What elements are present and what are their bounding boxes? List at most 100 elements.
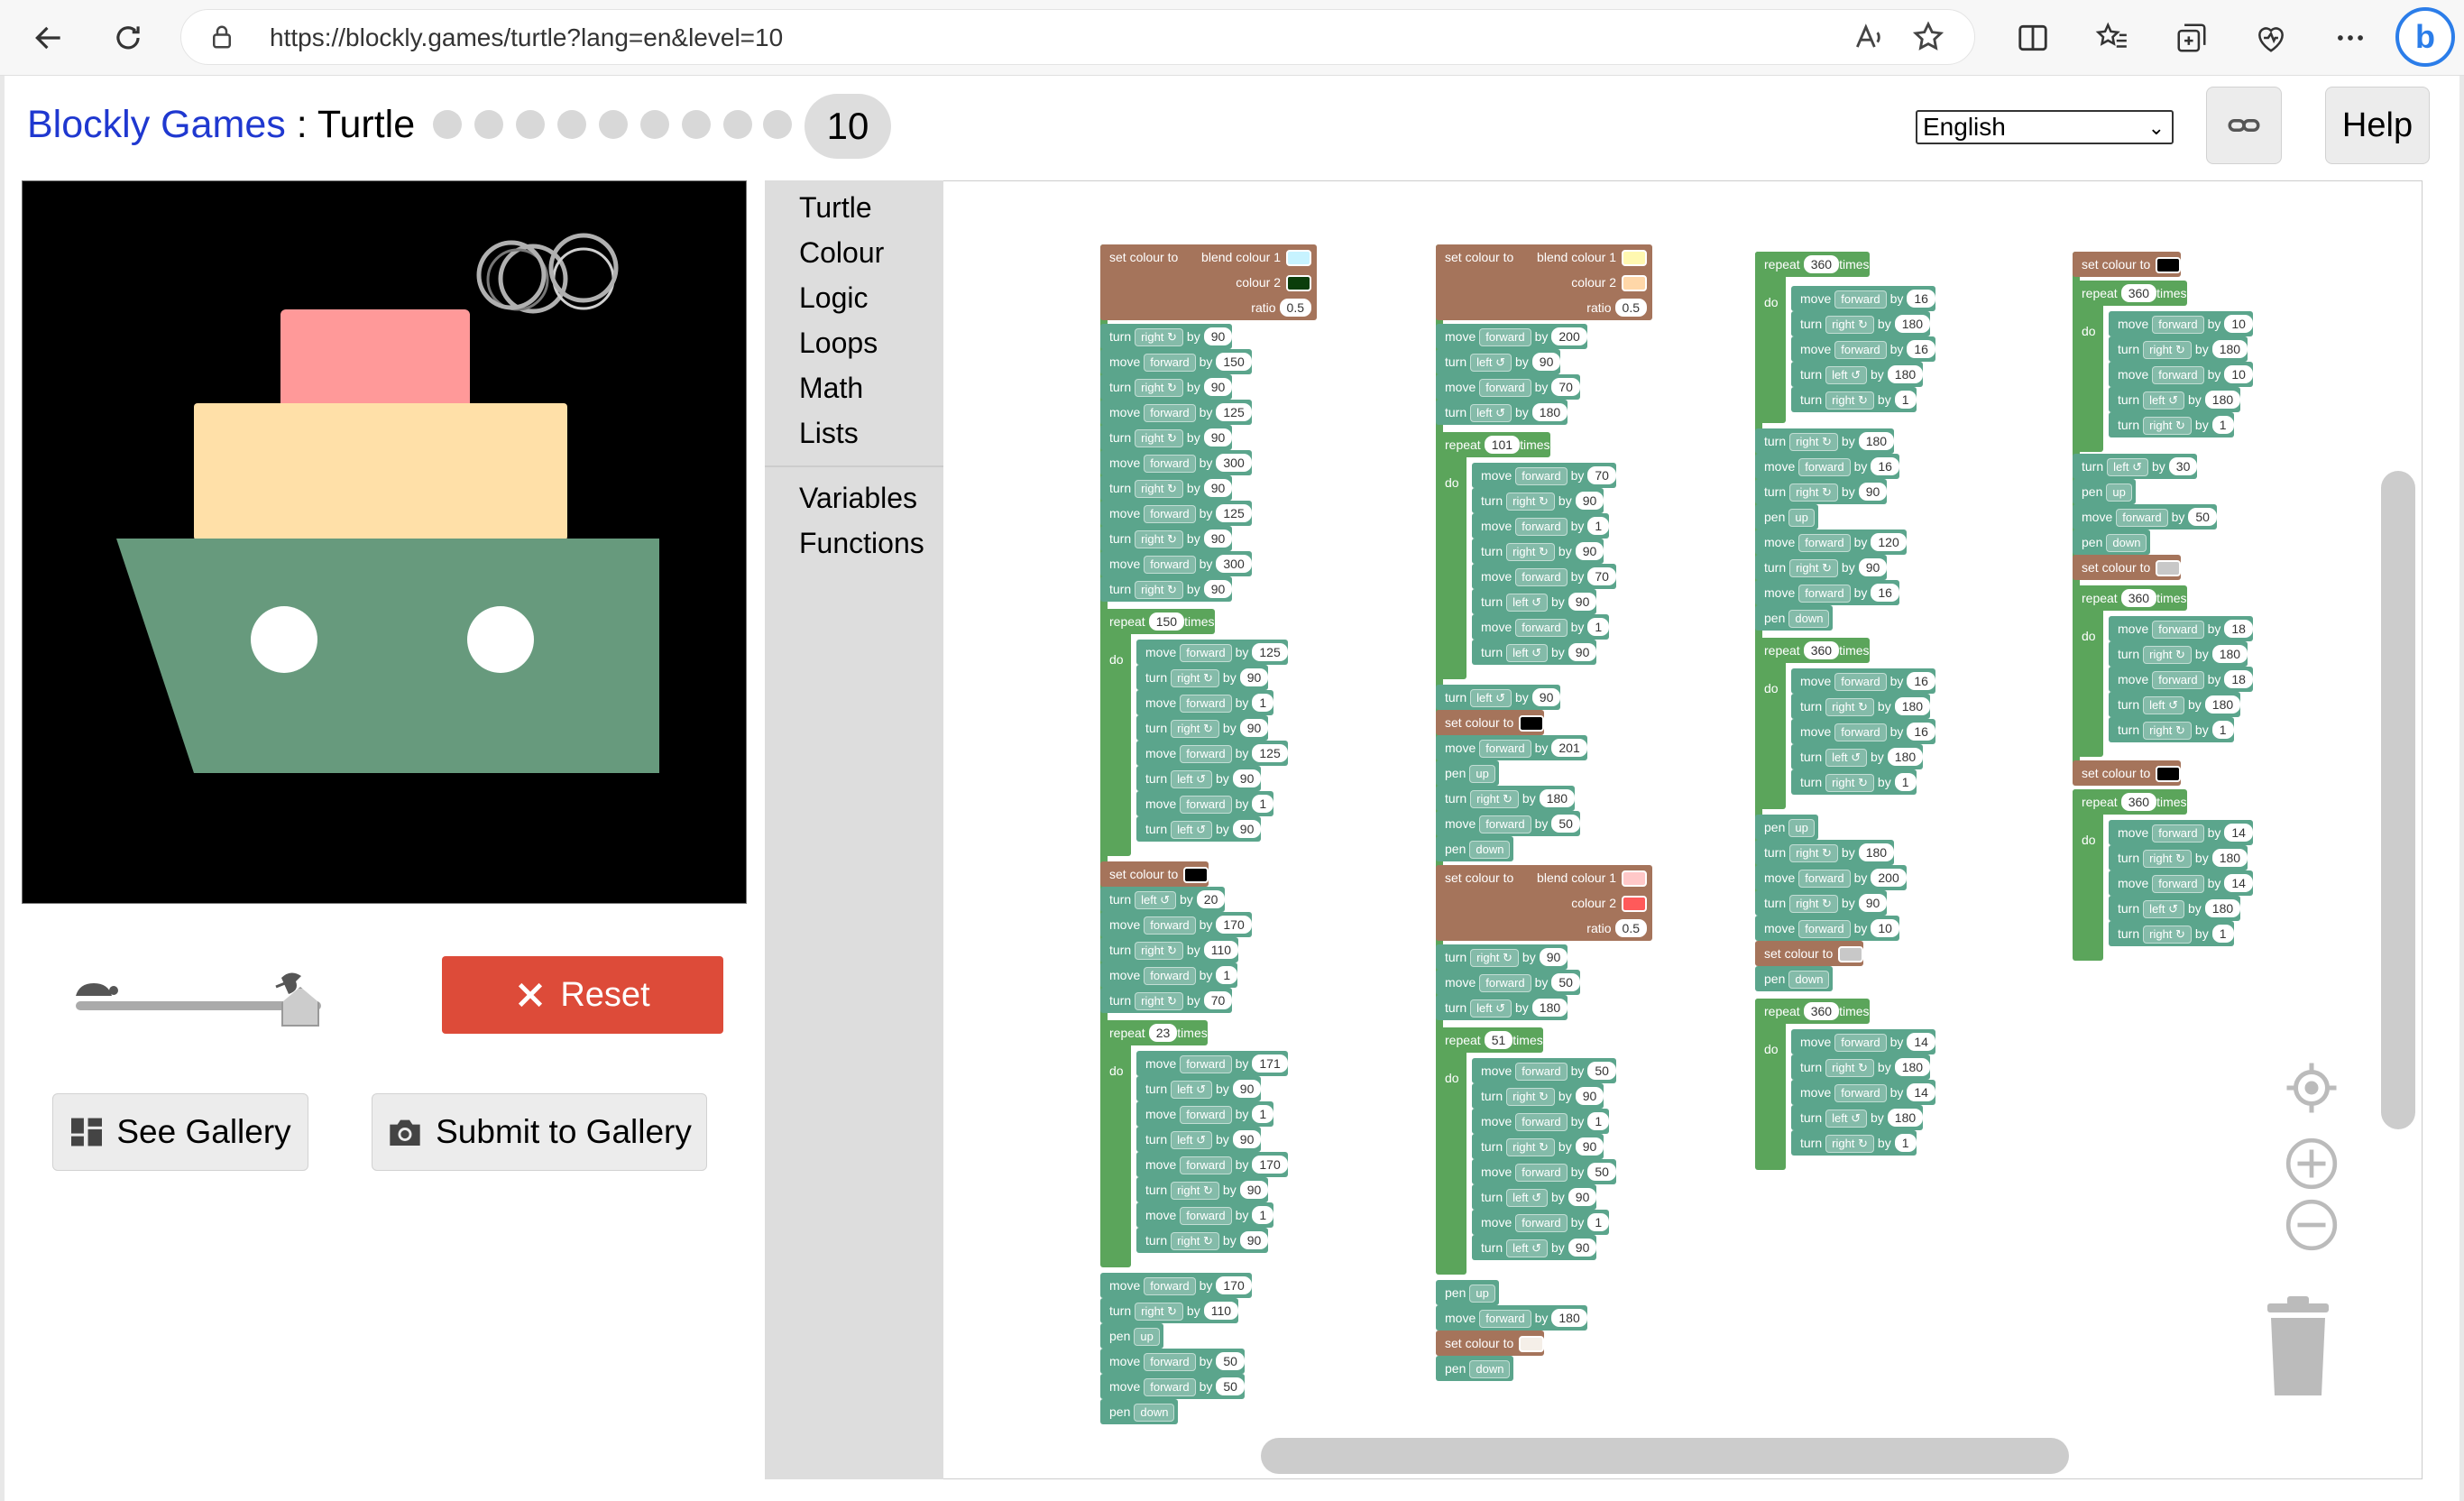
value-input[interactable]: 16 [1871,457,1899,475]
value-input[interactable]: 70 [1587,466,1616,484]
move-block[interactable]: move forward by 70 [1472,564,1616,589]
turn-block[interactable]: turn right ↻ by 1 [2109,921,2234,946]
value-input[interactable]: 90 [1568,643,1597,661]
value-input[interactable]: 170 [1216,916,1252,934]
direction-dropdown[interactable]: right ↻ [2143,925,2192,944]
turn-block[interactable]: turn right ↻ by 180 [1755,840,1895,865]
direction-dropdown[interactable]: right ↻ [1135,581,1183,599]
colour-swatch[interactable] [1286,275,1311,292]
level-dot-2[interactable] [474,110,503,139]
value-input[interactable]: 16 [1907,672,1935,690]
turn-block[interactable]: turn right ↻ by 1 [1791,387,1917,412]
direction-dropdown[interactable]: forward [1180,695,1232,713]
direction-dropdown[interactable]: forward [1479,974,1531,992]
direction-dropdown[interactable]: forward [2152,671,2204,689]
value-input[interactable]: 90 [1203,428,1233,447]
direction-dropdown[interactable]: right ↻ [1171,720,1219,738]
value-input[interactable]: 1 [2211,721,2234,739]
move-block[interactable]: move forward by 70 [1472,463,1616,488]
direction-dropdown[interactable]: right ↻ [1825,1135,1874,1153]
value-input[interactable]: 1 [1587,517,1610,535]
pen-dropdown[interactable]: down [2106,534,2147,552]
direction-dropdown[interactable]: right ↻ [1135,328,1183,346]
back-icon[interactable] [25,14,72,61]
help-button[interactable]: Help [2325,87,2430,164]
direction-dropdown[interactable]: right ↻ [1825,774,1874,792]
move-block[interactable]: move forward by 50 [1472,1058,1616,1083]
move-block[interactable]: move forward by 70 [1436,374,1580,400]
move-block[interactable]: move forward by 180 [1436,1305,1587,1331]
turn-block[interactable]: turn right ↻ by 1 [1791,769,1917,795]
turn-block[interactable]: turn right ↻ by 90 [1472,1134,1604,1159]
direction-dropdown[interactable]: left ↺ [1171,821,1212,839]
turn-block[interactable]: turn right ↻ by 110 [1100,937,1239,962]
read-aloud-icon[interactable] [1852,20,1886,59]
repeat-block[interactable] [1755,252,1786,423]
level-dot-6[interactable] [640,110,669,139]
direction-dropdown[interactable]: right ↻ [2143,850,2192,868]
value-input[interactable]: 18 [2224,620,2253,638]
move-block[interactable]: move forward by 18 [2109,616,2253,641]
level-dot-5[interactable] [599,110,628,139]
move-block[interactable]: move forward by 120 [1755,529,1907,555]
turn-block[interactable]: turn right ↻ by 90 [1100,425,1233,450]
direction-dropdown[interactable]: forward [1144,967,1196,985]
repeat-header[interactable]: repeat 360 times [2073,585,2187,611]
direction-dropdown[interactable]: forward [1144,505,1196,523]
set-colour-block[interactable]: set colour to [1436,1331,1545,1356]
set-colour-block[interactable]: set colour to [2073,760,2182,786]
turn-block[interactable]: turn left ↺ by 90 [1136,766,1262,791]
value-input[interactable]: 180 [1551,1309,1587,1327]
direction-dropdown[interactable]: left ↺ [1825,749,1867,767]
colour-swatch[interactable] [2156,766,2182,783]
level-dot-8[interactable] [723,110,752,139]
turn-block[interactable]: turn right ↻ by 90 [1136,715,1269,741]
turn-block[interactable]: turn right ↻ by 90 [1472,1083,1604,1109]
value-input[interactable]: 90 [1239,668,1269,686]
repeat-count-input[interactable]: 360 [2120,284,2157,302]
direction-dropdown[interactable]: left ↺ [1171,1131,1212,1149]
pen-dropdown[interactable]: up [1469,1285,1495,1303]
direction-dropdown[interactable]: left ↺ [2107,458,2148,476]
ratio-input[interactable]: 0.5 [1614,299,1647,317]
direction-dropdown[interactable]: forward [1834,723,1887,741]
value-input[interactable]: 125 [1216,403,1252,421]
direction-dropdown[interactable]: left ↺ [1506,644,1548,662]
turn-block[interactable]: turn right ↻ by 180 [1755,428,1895,454]
colour-swatch[interactable] [1622,896,1647,913]
link-button[interactable] [2206,87,2282,164]
move-block[interactable]: move forward by 200 [1755,865,1907,890]
turn-block[interactable]: turn left ↺ by 180 [2109,692,2241,717]
direction-dropdown[interactable]: forward [2152,316,2204,334]
direction-dropdown[interactable]: forward [1144,1277,1196,1295]
value-input[interactable]: 50 [1216,1377,1245,1395]
direction-dropdown[interactable]: forward [2152,875,2204,893]
direction-dropdown[interactable]: forward [1798,920,1851,938]
pen-dropdown[interactable]: up [1788,509,1815,527]
move-block[interactable]: move forward by 14 [2109,870,2253,896]
move-block[interactable]: move forward by 1 [1136,690,1274,715]
value-input[interactable]: 201 [1551,739,1587,757]
turn-block[interactable]: turn right ↻ by 90 [1755,555,1888,580]
favorites-icon[interactable] [2089,14,2136,61]
direction-dropdown[interactable]: forward [1144,354,1196,372]
value-input[interactable]: 30 [2168,457,2198,475]
move-block[interactable]: move forward by 125 [1136,640,1288,665]
direction-dropdown[interactable]: forward [1180,1156,1232,1174]
value-input[interactable]: 180 [1858,432,1895,450]
move-block[interactable]: move forward by 10 [2109,311,2253,336]
repeat-header[interactable]: repeat 360 times [1755,999,1870,1024]
direction-dropdown[interactable]: forward [1515,568,1568,586]
pen-dropdown[interactable]: up [1469,765,1495,783]
colour-swatch[interactable] [1519,1336,1545,1353]
pen-block[interactable]: pen up [1755,815,1818,840]
repeat-count-input[interactable]: 51 [1484,1031,1513,1049]
turn-block[interactable]: turn right ↻ by 90 [1100,374,1233,400]
turn-block[interactable]: turn right ↻ by 90 [1436,944,1568,970]
more-menu-icon[interactable] [2327,14,2374,61]
value-input[interactable]: 1 [1587,1112,1610,1130]
direction-dropdown[interactable]: right ↻ [1470,949,1519,967]
value-input[interactable]: 180 [2211,340,2248,358]
pen-dropdown[interactable]: up [1134,1328,1160,1346]
turn-block[interactable]: turn right ↻ by 180 [2109,641,2248,667]
